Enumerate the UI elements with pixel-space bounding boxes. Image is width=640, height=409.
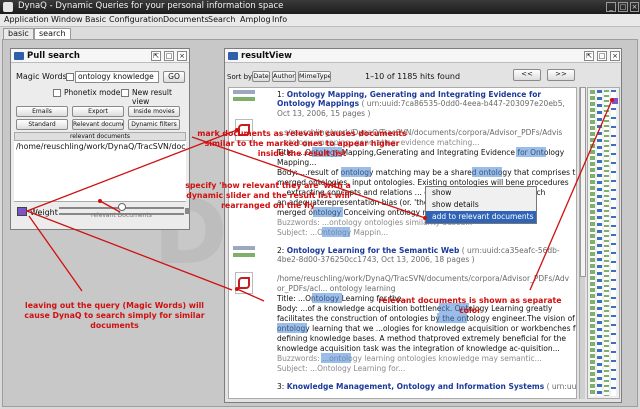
arrow-line xyxy=(529,99,613,291)
annotation-relevant-marking: mark documents as relevant causes docume… xyxy=(197,129,407,158)
arrow-head xyxy=(610,98,614,102)
arrow-head xyxy=(98,199,102,203)
annotation-slider: specify 'how relevant they are' with a d… xyxy=(185,181,351,210)
arrow-head xyxy=(235,287,239,291)
arrow-line xyxy=(28,215,83,292)
arrow-line xyxy=(236,288,265,302)
annotation-color: relevant documents is shown as separate … xyxy=(378,296,562,315)
arrow-line xyxy=(26,210,233,291)
annotation-no-query: leaving out the query (Magic Words) will… xyxy=(24,301,205,330)
arrow-line xyxy=(99,200,121,213)
arrow-head xyxy=(423,216,427,220)
